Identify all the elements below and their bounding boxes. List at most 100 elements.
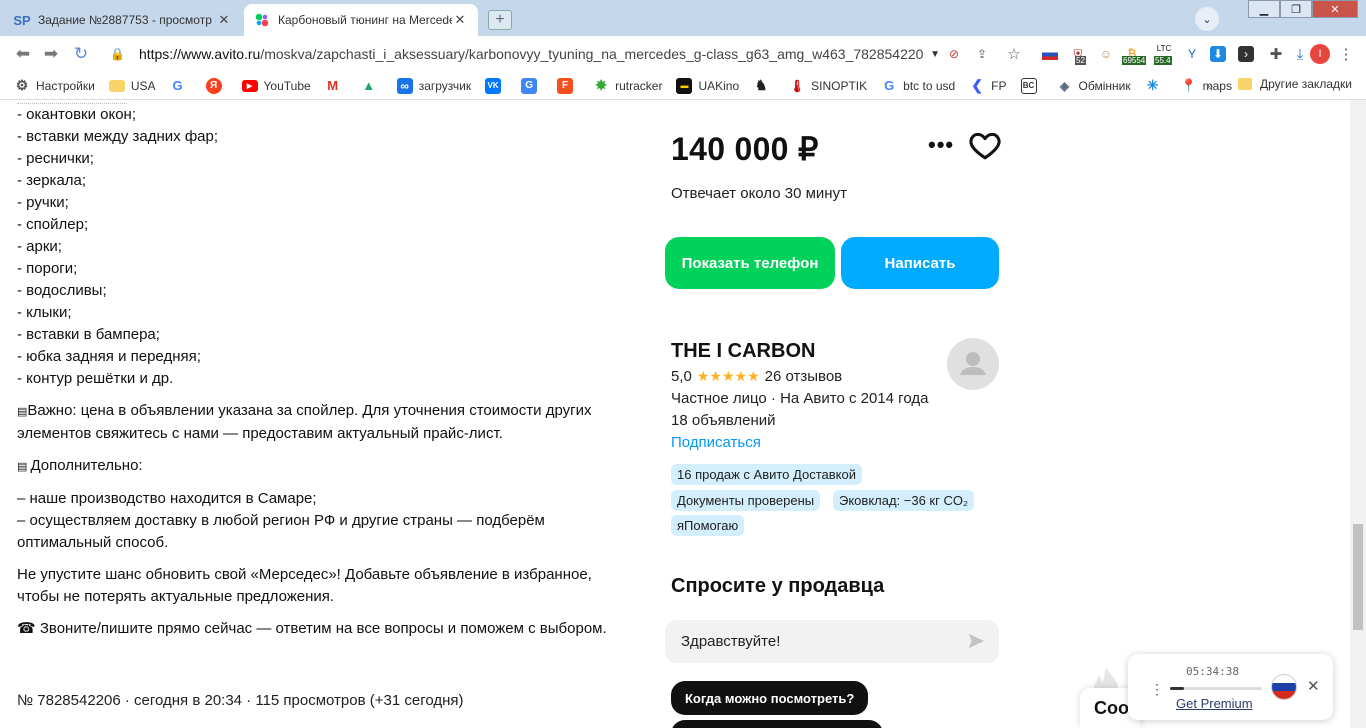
maximize-icon[interactable]: ❐ <box>1280 0 1312 18</box>
bookmark-usa[interactable]: USA <box>108 79 156 93</box>
seller-name[interactable]: THE I CARBON <box>671 340 815 363</box>
write-message-button[interactable]: Написать <box>841 237 999 289</box>
close-icon[interactable]: ✕ <box>452 12 468 28</box>
progress-bar[interactable] <box>1170 687 1262 690</box>
list-item: - окантовки окон; <box>17 106 137 123</box>
quick-question-button[interactable]: Когда можно посмотреть? <box>671 681 869 715</box>
bookmark-btc-usd[interactable]: Gbtc to usd <box>881 78 955 94</box>
bookmark-gmail[interactable]: M <box>325 78 347 94</box>
bookmark-google[interactable]: G <box>170 78 192 94</box>
address-bar[interactable]: 🔒 https://www.avito.ru/moskva/zapchasti_… <box>100 41 940 67</box>
new-tab-icon[interactable]: + <box>488 10 512 30</box>
url-text: https://www.avito.ru/moskva/zapchasti_i_… <box>138 46 925 62</box>
bookmark-yandex[interactable]: Я <box>205 77 228 94</box>
bookmark-vk[interactable]: VK <box>485 77 507 94</box>
list-item: - юбка задняя и передняя; <box>17 348 201 365</box>
profile-avatar[interactable]: I <box>1310 44 1330 64</box>
subscribe-link[interactable]: Подписаться <box>671 434 761 451</box>
russia-flag-icon[interactable] <box>1271 674 1297 700</box>
bookmark-horse[interactable]: ♞ <box>753 77 775 94</box>
menu-icon[interactable]: ⋮ <box>1336 44 1356 64</box>
bookmark-fp[interactable]: ❮ FP <box>969 77 1006 94</box>
list-item: - вставки между задних фар; <box>17 128 219 145</box>
uakino-icon: ▬ <box>676 77 693 94</box>
blocked-icon[interactable]: ⊘ <box>944 44 964 64</box>
listing-description: - окантовки окон; - вставки между задних … <box>17 100 637 640</box>
bookmark-uakino[interactable]: ▬ UAKino <box>676 77 739 94</box>
bookmark-settings[interactable]: ⚙ Настройки <box>14 77 95 94</box>
tab-title: Задание №2887753 - просмотр з... <box>38 13 216 27</box>
share-icon[interactable]: ⇪ <box>972 44 992 64</box>
forward-icon[interactable]: ➡ <box>40 44 62 64</box>
bookmark-youtube[interactable]: ▶ YouTube <box>241 79 311 93</box>
list-item: - клыки; <box>17 304 72 321</box>
badge-delivery[interactable]: 16 продаж с Авито Доставкой <box>671 464 862 485</box>
quick-question-button-2[interactable] <box>671 720 883 728</box>
page-scrollbar[interactable] <box>1350 100 1366 728</box>
bookmark-loader[interactable]: ∞ загрузчик <box>396 77 471 94</box>
reload-icon[interactable]: ↻ <box>70 44 92 64</box>
downloads-icon[interactable]: ⤓ <box>1290 44 1310 64</box>
send-icon[interactable] <box>967 632 985 650</box>
face-icon[interactable]: ☺ <box>1096 44 1116 64</box>
google-icon: G <box>172 78 183 93</box>
gmail-icon: M <box>327 78 339 93</box>
bookmark-bc[interactable]: BC <box>1020 77 1043 94</box>
sp-icon: SP <box>13 12 31 28</box>
gear-icon: ⚙ <box>15 77 29 93</box>
widget-close-icon[interactable]: ✕ <box>1307 677 1320 695</box>
snowflake-icon: ✳ <box>1146 77 1159 93</box>
ads-count[interactable]: 18 объявлений <box>671 412 776 429</box>
shield-icon[interactable]: ⛨ 52 <box>1068 44 1088 65</box>
badge-help[interactable]: яПомогаю <box>671 515 745 536</box>
seller-avatar[interactable] <box>947 338 999 390</box>
favorite-heart-icon[interactable] <box>968 128 1002 162</box>
bookmark-star-icon[interactable]: ☆ <box>1004 44 1024 64</box>
f-icon: F <box>557 77 574 94</box>
drive-icon: ▲ <box>362 78 376 93</box>
download-ext-icon[interactable]: ⬇ <box>1210 46 1226 62</box>
bookmark-exchanger[interactable]: ◈ Обмінник <box>1057 78 1131 94</box>
window-close-icon[interactable]: ✕ <box>1312 0 1358 18</box>
tab-search-icon[interactable]: ⌄ <box>1195 7 1219 31</box>
widget-menu-icon[interactable]: ⋮ <box>1150 681 1164 698</box>
bitcoin-icon[interactable]: ₿ 69554 <box>1122 44 1147 65</box>
list-item: - реснички; <box>17 150 94 167</box>
show-phone-button[interactable]: Показать телефон <box>665 237 835 289</box>
bookmark-drive[interactable]: ▲ <box>361 78 383 94</box>
bookmark-rutracker[interactable]: ✸ rutracker <box>593 77 662 94</box>
terminal-icon[interactable]: › <box>1238 46 1254 62</box>
more-icon[interactable]: ••• <box>928 132 954 158</box>
russia-flag-icon[interactable] <box>1040 44 1060 64</box>
litecoin-icon[interactable]: LTC 55.4 <box>1152 44 1176 65</box>
bookmark-translate[interactable]: G <box>521 77 543 94</box>
dropdown-icon[interactable]: ▼ <box>930 49 940 60</box>
list-item: - вставки в бампера; <box>17 326 160 343</box>
vpn-icon[interactable]: Y <box>1182 44 1202 64</box>
bookmark-sinoptik[interactable]: 🌡 SINOPTIK <box>789 78 868 94</box>
get-premium-link[interactable]: Get Premium <box>1176 696 1253 711</box>
bookmark-f[interactable]: F <box>557 77 579 94</box>
infinity-icon: ∞ <box>396 77 413 94</box>
exchange-icon: ◈ <box>1059 78 1070 93</box>
vpn-widget: 05:34:38 ⋮ ✕ Get Premium <box>1128 654 1333 720</box>
seller-rating[interactable]: 5,0 ★★★★★ 26 отзывов <box>671 368 842 385</box>
google-icon: G <box>884 78 895 93</box>
badge-eco[interactable]: Эковклад: −36 кг CO₂ <box>833 490 975 511</box>
extensions-icon[interactable]: ✚ <box>1266 44 1286 64</box>
listing-meta: № 7828542206 · сегодня в 20:34 · 115 про… <box>17 692 464 709</box>
scrollbar-thumb[interactable] <box>1353 524 1363 630</box>
message-input[interactable]: Здравствуйте! <box>665 620 999 663</box>
other-bookmarks[interactable]: Другие закладки <box>1238 77 1352 91</box>
browser-titlebar: SP Задание №2887753 - просмотр з... ✕ Ка… <box>0 0 1366 36</box>
list-item: - водосливы; <box>17 282 107 299</box>
back-icon[interactable]: ⬅ <box>12 44 34 64</box>
price: 140 000 ₽ <box>671 131 819 167</box>
minimize-icon[interactable]: ▁ <box>1248 0 1280 18</box>
bookmarks-overflow-icon[interactable]: » <box>1206 78 1213 93</box>
bookmark-star[interactable]: ✳ <box>1145 77 1167 94</box>
tab-avito[interactable]: Карбоновый тюнинг на Mercede... ✕ <box>244 4 478 36</box>
close-icon[interactable]: ✕ <box>216 12 232 28</box>
badge-documents[interactable]: Документы проверены <box>671 490 821 511</box>
tab-task[interactable]: SP Задание №2887753 - просмотр з... ✕ <box>4 4 242 36</box>
